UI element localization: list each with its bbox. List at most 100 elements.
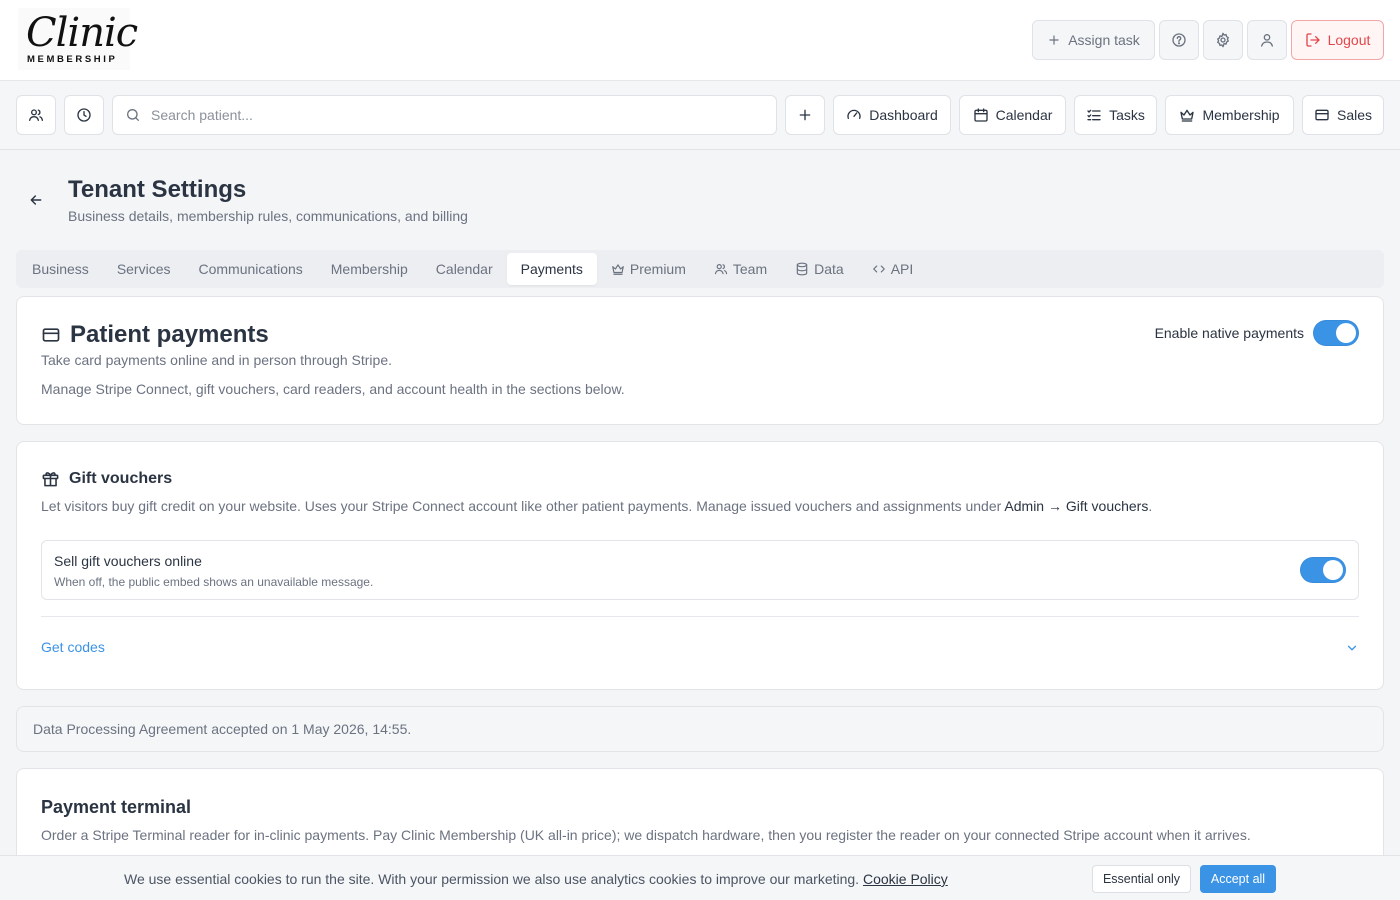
- logout-button[interactable]: Logout: [1291, 20, 1384, 60]
- logout-icon: [1305, 33, 1320, 47]
- logo-script: Clinic: [26, 10, 138, 56]
- payment-terminal-desc: Order a Stripe Terminal reader for in-cl…: [41, 827, 1251, 843]
- plus-icon: [799, 109, 811, 121]
- help-button[interactable]: [1159, 20, 1199, 60]
- page-title: Tenant Settings: [68, 176, 247, 203]
- patient-payments-desc2: Manage Stripe Connect, gift vouchers, ca…: [41, 381, 625, 397]
- gauge-icon: [847, 109, 861, 119]
- tasks-button[interactable]: Tasks: [1074, 95, 1157, 135]
- tab-business[interactable]: Business: [18, 253, 103, 285]
- cookie-message: We use essential cookies to run the site…: [124, 871, 860, 887]
- get-codes-label: Get codes: [41, 639, 105, 655]
- credit-card-icon: [1315, 109, 1329, 121]
- gift-vouchers-title: Gift vouchers: [69, 469, 173, 487]
- tab-payments[interactable]: Payments: [506, 253, 597, 285]
- patient-search[interactable]: [112, 95, 777, 135]
- gear-icon: [1217, 32, 1229, 48]
- tab-membership[interactable]: Membership: [317, 253, 422, 285]
- tab-team[interactable]: Team: [700, 253, 781, 285]
- patient-payments-card: Patient payments Take card payments onli…: [16, 296, 1384, 425]
- cookie-banner: We use essential cookies to run the site…: [0, 855, 1400, 900]
- tab-label: Business: [32, 261, 89, 277]
- gift-vouchers-desc-text: Let visitors buy gift credit on your web…: [41, 498, 1005, 514]
- assign-task-button[interactable]: Assign task: [1032, 20, 1155, 60]
- tab-label: Services: [116, 261, 171, 277]
- add-button[interactable]: [785, 95, 825, 135]
- back-button[interactable]: [24, 188, 48, 212]
- tab-label: Payments: [520, 261, 583, 277]
- essential-only-button[interactable]: Essential only: [1092, 865, 1191, 893]
- cookie-text: We use essential cookies to run the site…: [124, 871, 948, 887]
- tasks-label: Tasks: [1109, 107, 1145, 123]
- plus-icon: [1049, 35, 1059, 45]
- patients-button[interactable]: [16, 95, 56, 135]
- users-icon: [714, 264, 728, 275]
- profile-button[interactable]: [1247, 20, 1287, 60]
- sell-vouchers-desc: When off, the public embed shows an unav…: [54, 575, 374, 589]
- chevron-down-icon: [1347, 645, 1357, 651]
- database-icon: [796, 262, 808, 276]
- membership-label: Membership: [1202, 107, 1280, 123]
- page-subtitle: Business details, membership rules, comm…: [68, 208, 468, 224]
- native-payments-toggle-row: Enable native payments: [1155, 320, 1359, 346]
- clinic-membership-logo[interactable]: Clinic MEMBERSHIP: [18, 8, 138, 70]
- native-payments-label: Enable native payments: [1154, 325, 1304, 341]
- gift-vouchers-desc: Let visitors buy gift credit on your web…: [41, 498, 1152, 514]
- tab-label: Communications: [198, 261, 303, 277]
- code-icon: [872, 265, 885, 273]
- accept-all-button[interactable]: Accept all: [1200, 865, 1276, 893]
- history-button[interactable]: [64, 95, 104, 135]
- cookie-policy-link[interactable]: Cookie Policy: [863, 871, 948, 887]
- tab-premium[interactable]: Premium: [597, 253, 700, 285]
- tab-label: Team: [732, 261, 768, 277]
- search-input[interactable]: [151, 107, 751, 123]
- tab-communications[interactable]: Communications: [185, 253, 317, 285]
- patient-payments-header: Patient payments: [41, 321, 269, 349]
- crown-icon: [1180, 109, 1195, 122]
- assign-task-label: Assign task: [1068, 32, 1140, 48]
- list-checks-icon: [1087, 109, 1101, 121]
- calendar-label: Calendar: [995, 107, 1053, 123]
- sales-label: Sales: [1336, 107, 1373, 123]
- patient-payments-title: Patient payments: [70, 321, 269, 348]
- calendar-icon: [973, 108, 988, 122]
- tab-api[interactable]: API: [858, 253, 928, 285]
- tab-label: Membership: [330, 261, 408, 277]
- logo-subtitle: MEMBERSHIP: [27, 54, 118, 65]
- membership-button[interactable]: Membership: [1165, 95, 1294, 135]
- search-icon: [127, 109, 139, 121]
- sales-button[interactable]: Sales: [1302, 95, 1384, 135]
- users-icon: [29, 109, 43, 121]
- dashboard-button[interactable]: Dashboard: [833, 95, 951, 135]
- settings-button[interactable]: [1203, 20, 1243, 60]
- logout-label: Logout: [1327, 32, 1371, 48]
- tab-calendar[interactable]: Calendar: [422, 253, 507, 285]
- credit-card-icon: [42, 328, 60, 342]
- admin-gift-vouchers-link[interactable]: Admin → Gift vouchers: [1004, 498, 1148, 514]
- gift-icon: [42, 472, 59, 487]
- gift-vouchers-card: Gift vouchers Let visitors buy gift cred…: [16, 441, 1384, 690]
- tab-label: API: [890, 261, 914, 277]
- tab-services[interactable]: Services: [103, 253, 185, 285]
- clock-icon: [77, 108, 91, 122]
- sell-vouchers-title: Sell gift vouchers online: [54, 553, 202, 569]
- tab-label: Calendar: [435, 261, 493, 277]
- sell-vouchers-toggle[interactable]: [1300, 557, 1346, 583]
- dashboard-label: Dashboard: [869, 107, 938, 123]
- dpa-notice: Data Processing Agreement accepted on 1 …: [16, 706, 1384, 752]
- arrow-left-icon: [30, 195, 42, 205]
- crown-icon: [612, 264, 624, 275]
- get-codes-accordion[interactable]: Get codes: [41, 617, 1359, 677]
- payment-terminal-title: Payment terminal: [41, 797, 192, 817]
- gift-vouchers-header: Gift vouchers: [41, 469, 172, 488]
- calendar-button[interactable]: Calendar: [959, 95, 1066, 135]
- top-bar: Clinic MEMBERSHIP Assign task Logout: [0, 0, 1400, 81]
- nav-bar: Dashboard Calendar Tasks Membership Sale…: [0, 81, 1400, 150]
- user-icon: [1261, 34, 1273, 47]
- native-payments-toggle[interactable]: [1313, 320, 1359, 346]
- help-circle-icon: [1172, 33, 1186, 47]
- tab-label: Data: [814, 261, 844, 277]
- settings-tabs: Business Services Communications Members…: [16, 250, 1384, 288]
- gift-vouchers-desc-suffix: .: [1148, 498, 1153, 514]
- tab-data[interactable]: Data: [781, 253, 858, 285]
